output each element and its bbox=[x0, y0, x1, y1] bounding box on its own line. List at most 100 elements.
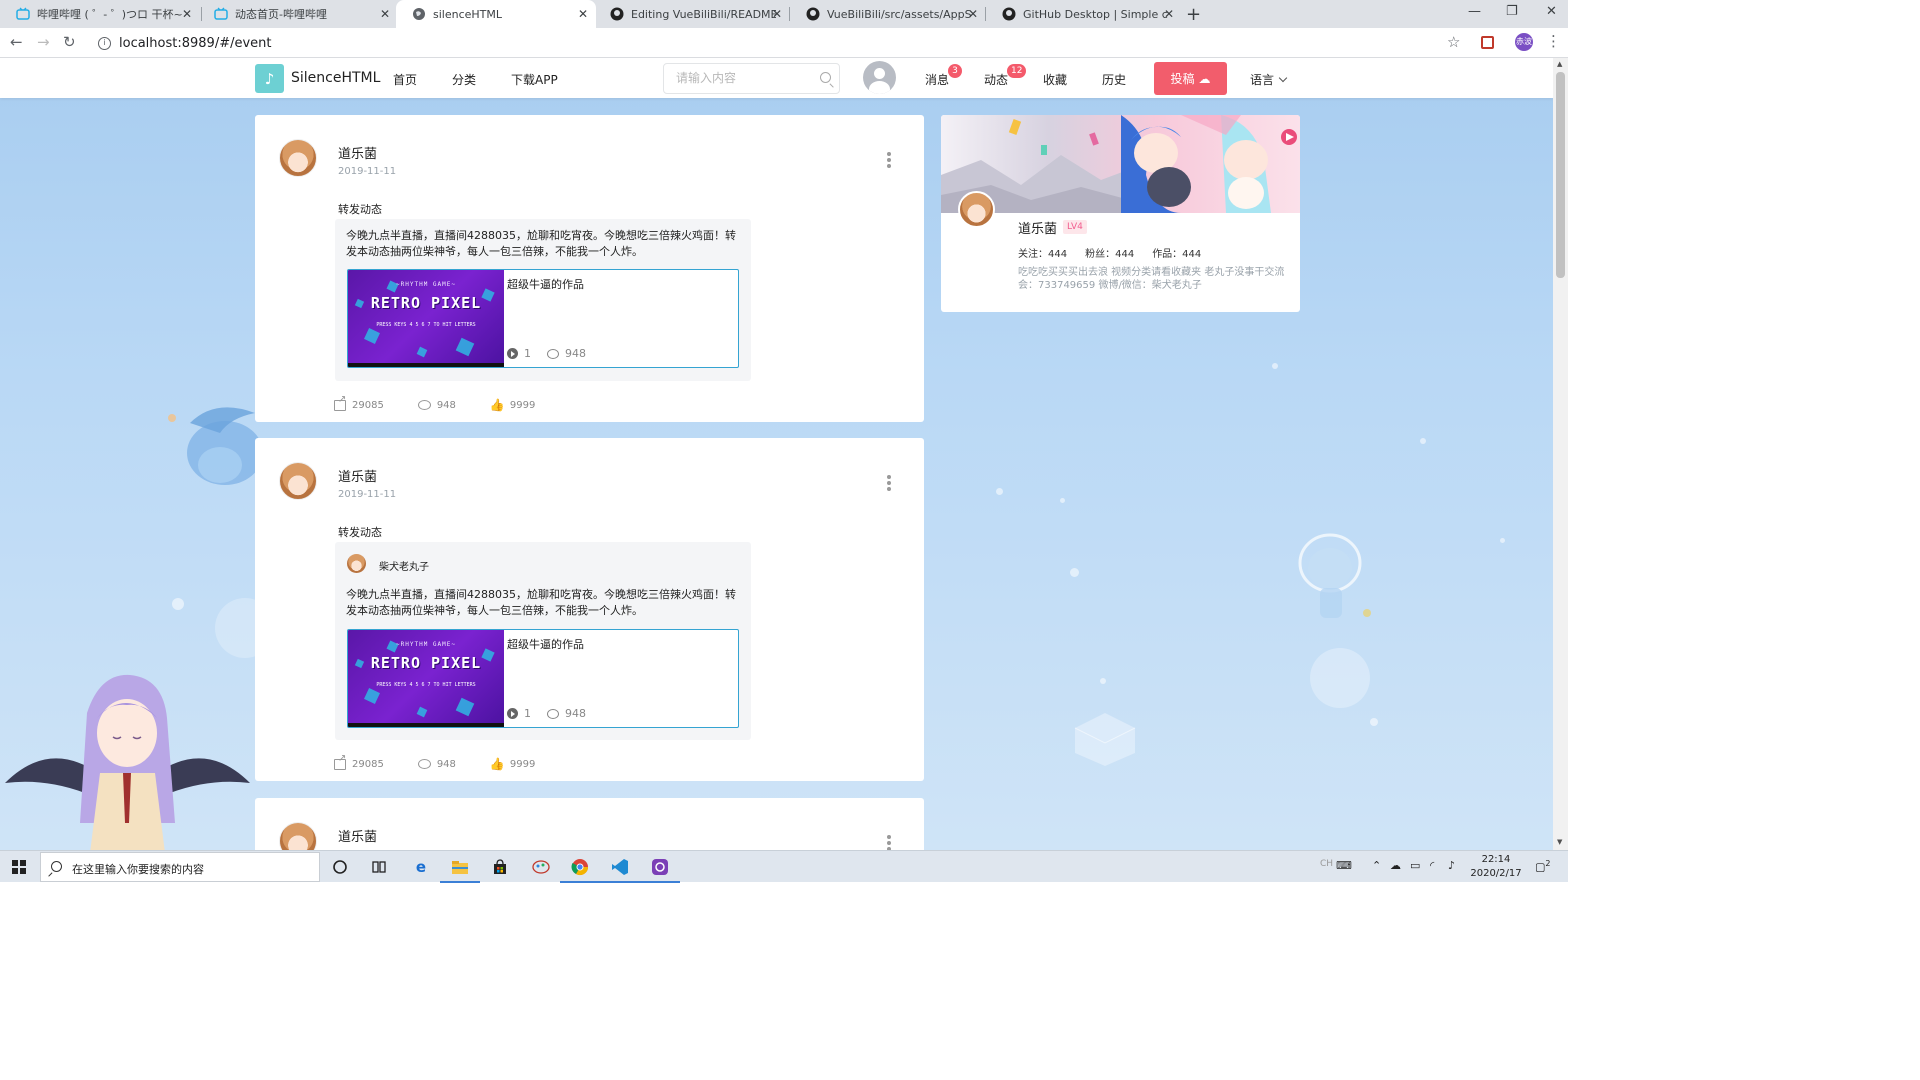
close-icon[interactable]: ✕ bbox=[182, 7, 192, 21]
paint-app-icon[interactable] bbox=[530, 856, 552, 878]
mascot-illustration bbox=[1298, 533, 1371, 618]
url-field[interactable]: i localhost:8989/#/event bbox=[90, 31, 1475, 55]
post-author[interactable]: 道乐菌 bbox=[338, 143, 377, 162]
fans-count[interactable]: 粉丝：444 bbox=[1085, 245, 1134, 260]
browser-tab-2[interactable]: 动态首页-哔哩哔哩 ✕ bbox=[198, 0, 398, 28]
share-button[interactable]: 29085 bbox=[334, 394, 384, 411]
scrollbar-thumb[interactable] bbox=[1556, 72, 1565, 278]
language-dropdown[interactable]: 语言 bbox=[1250, 71, 1288, 88]
page-viewport: ♪ SilenceHTML 首页 分类 下载APP 消息 3 动态 12 收藏 … bbox=[0, 58, 1553, 850]
edge-browser-icon[interactable]: e bbox=[410, 856, 432, 878]
close-icon[interactable]: ✕ bbox=[578, 7, 588, 21]
close-icon[interactable]: ✕ bbox=[380, 7, 390, 21]
close-icon[interactable]: ✕ bbox=[772, 7, 782, 21]
nav-messages[interactable]: 消息 bbox=[925, 71, 949, 88]
nav-favorites[interactable]: 收藏 bbox=[1043, 71, 1067, 88]
search-icon[interactable] bbox=[820, 72, 831, 83]
video-card[interactable]: ~RHYTHM GAME~ RETRO PIXEL PRESS KEYS 4 5… bbox=[347, 269, 739, 368]
post-author[interactable]: 道乐菌 bbox=[338, 826, 377, 845]
nav-category[interactable]: 分类 bbox=[452, 71, 476, 88]
more-options-icon[interactable] bbox=[887, 475, 891, 493]
back-arrow-icon[interactable]: ← bbox=[10, 33, 23, 51]
bubble-decoration bbox=[1370, 718, 1378, 726]
cortana-icon[interactable] bbox=[329, 856, 351, 878]
tab-title: silenceHTML bbox=[433, 7, 503, 21]
tab-title: 哔哩哔哩 ( ゜- ゜)つロ 干杯~-bili bbox=[37, 8, 182, 21]
volume-icon[interactable]: ♪ bbox=[1448, 859, 1455, 872]
like-button[interactable]: 👍 9999 bbox=[490, 757, 535, 771]
nav-history[interactable]: 历史 bbox=[1102, 71, 1126, 88]
nav-dynamic[interactable]: 动态 bbox=[984, 71, 1008, 88]
system-clock[interactable]: 22:14 2020/2/17 bbox=[1466, 853, 1526, 881]
avatar[interactable] bbox=[279, 822, 317, 850]
browser-tab-6[interactable]: GitHub Desktop | Simple colla ✕ bbox=[986, 0, 1182, 28]
forward-arrow-icon[interactable]: → bbox=[37, 33, 50, 51]
chrome-icon[interactable] bbox=[560, 856, 600, 883]
window-close-button[interactable]: ✕ bbox=[1546, 4, 1557, 19]
browser-tab-1[interactable]: 哔哩哔哩 ( ゜- ゜)つロ 干杯~-bili ✕ bbox=[0, 0, 200, 28]
restore-button[interactable]: ❐ bbox=[1506, 4, 1518, 19]
site-logo-icon[interactable]: ♪ bbox=[255, 64, 284, 93]
taskbar-search-placeholder: 在这里输入你要搜索的内容 bbox=[72, 863, 204, 876]
keyboard-icon[interactable]: ⌨ bbox=[1336, 859, 1352, 872]
avatar[interactable] bbox=[279, 462, 317, 500]
info-icon[interactable]: i bbox=[98, 36, 111, 50]
video-card[interactable]: ~RHYTHM GAME~ RETRO PIXEL PRESS KEYS 4 5… bbox=[347, 629, 739, 728]
avatar[interactable] bbox=[347, 554, 366, 573]
upload-button-label: 投稿 bbox=[1170, 72, 1195, 86]
avatar[interactable] bbox=[279, 139, 317, 177]
app-icon[interactable] bbox=[640, 856, 680, 883]
video-title[interactable]: 超级牛逼的作品 bbox=[507, 276, 584, 292]
scroll-up-icon[interactable]: ▲ bbox=[1557, 60, 1562, 68]
profile-name[interactable]: 道乐菌 bbox=[1018, 218, 1057, 237]
taskbar-search[interactable]: 在这里输入你要搜索的内容 bbox=[40, 852, 320, 882]
ime-indicator[interactable]: CH bbox=[1320, 859, 1333, 869]
following-count[interactable]: 关注：444 bbox=[1018, 245, 1067, 260]
nav-download-app[interactable]: 下载APP bbox=[511, 71, 558, 88]
video-title[interactable]: 超级牛逼的作品 bbox=[507, 636, 584, 652]
task-view-icon[interactable] bbox=[368, 856, 390, 878]
post-date: 2019-11-11 bbox=[338, 489, 397, 500]
comment-button[interactable]: 948 bbox=[417, 759, 456, 770]
site-brand[interactable]: SilenceHTML bbox=[291, 70, 380, 86]
bookmark-star-icon[interactable]: ☆ bbox=[1447, 33, 1460, 51]
browser-tab-5[interactable]: VueBiliBili/src/assets/AppShot ✕ bbox=[790, 0, 986, 28]
battery-icon[interactable]: ▭ bbox=[1410, 859, 1420, 872]
comment-button[interactable]: 948 bbox=[417, 400, 456, 411]
quoted-author[interactable]: 柴犬老丸子 bbox=[379, 558, 429, 573]
notification-center-icon[interactable]: ▢2 bbox=[1535, 859, 1551, 874]
like-button[interactable]: 👍 9999 bbox=[490, 398, 535, 412]
close-icon[interactable]: ✕ bbox=[968, 7, 978, 21]
share-button[interactable]: 29085 bbox=[334, 753, 384, 770]
minimize-button[interactable]: — bbox=[1468, 4, 1481, 19]
comment-icon bbox=[417, 759, 431, 769]
wifi-icon[interactable]: ◜ bbox=[1430, 859, 1434, 872]
new-tab-button[interactable]: + bbox=[1186, 4, 1201, 25]
vscode-icon[interactable] bbox=[600, 856, 640, 883]
vertical-scrollbar[interactable]: ▲ ▼ bbox=[1553, 58, 1568, 850]
chevron-up-icon[interactable]: ⌃ bbox=[1372, 859, 1381, 872]
browser-tab-4[interactable]: Editing VueBiliBili/README.m ✕ bbox=[594, 0, 790, 28]
post-author[interactable]: 道乐菌 bbox=[338, 466, 377, 485]
video-thumbnail: ~RHYTHM GAME~ RETRO PIXEL PRESS KEYS 4 5… bbox=[348, 630, 504, 727]
more-options-icon[interactable] bbox=[887, 835, 891, 850]
video-comment-count: 948 bbox=[565, 347, 586, 360]
store-icon[interactable] bbox=[489, 856, 511, 878]
browser-tab-active[interactable]: silenceHTML ✕ bbox=[396, 0, 596, 28]
windows-start-icon[interactable] bbox=[12, 860, 26, 874]
file-explorer-icon[interactable] bbox=[440, 856, 480, 883]
profile-avatar[interactable]: 赤波 bbox=[1515, 33, 1533, 51]
works-count[interactable]: 作品：444 bbox=[1152, 245, 1201, 260]
close-icon[interactable]: ✕ bbox=[1164, 7, 1174, 21]
extension-icon[interactable] bbox=[1481, 36, 1494, 49]
more-options-icon[interactable] bbox=[887, 152, 891, 170]
onedrive-icon[interactable]: ☁ bbox=[1390, 859, 1401, 872]
search-input[interactable] bbox=[676, 71, 816, 85]
nav-home[interactable]: 首页 bbox=[393, 71, 417, 88]
upload-button[interactable]: 投稿 ☁ bbox=[1154, 62, 1227, 95]
scroll-down-icon[interactable]: ▼ bbox=[1557, 838, 1562, 846]
user-avatar[interactable] bbox=[863, 61, 896, 94]
reload-icon[interactable]: ↻ bbox=[63, 33, 76, 51]
browser-menu-icon[interactable]: ⋮ bbox=[1546, 32, 1561, 50]
avatar[interactable] bbox=[958, 191, 995, 228]
